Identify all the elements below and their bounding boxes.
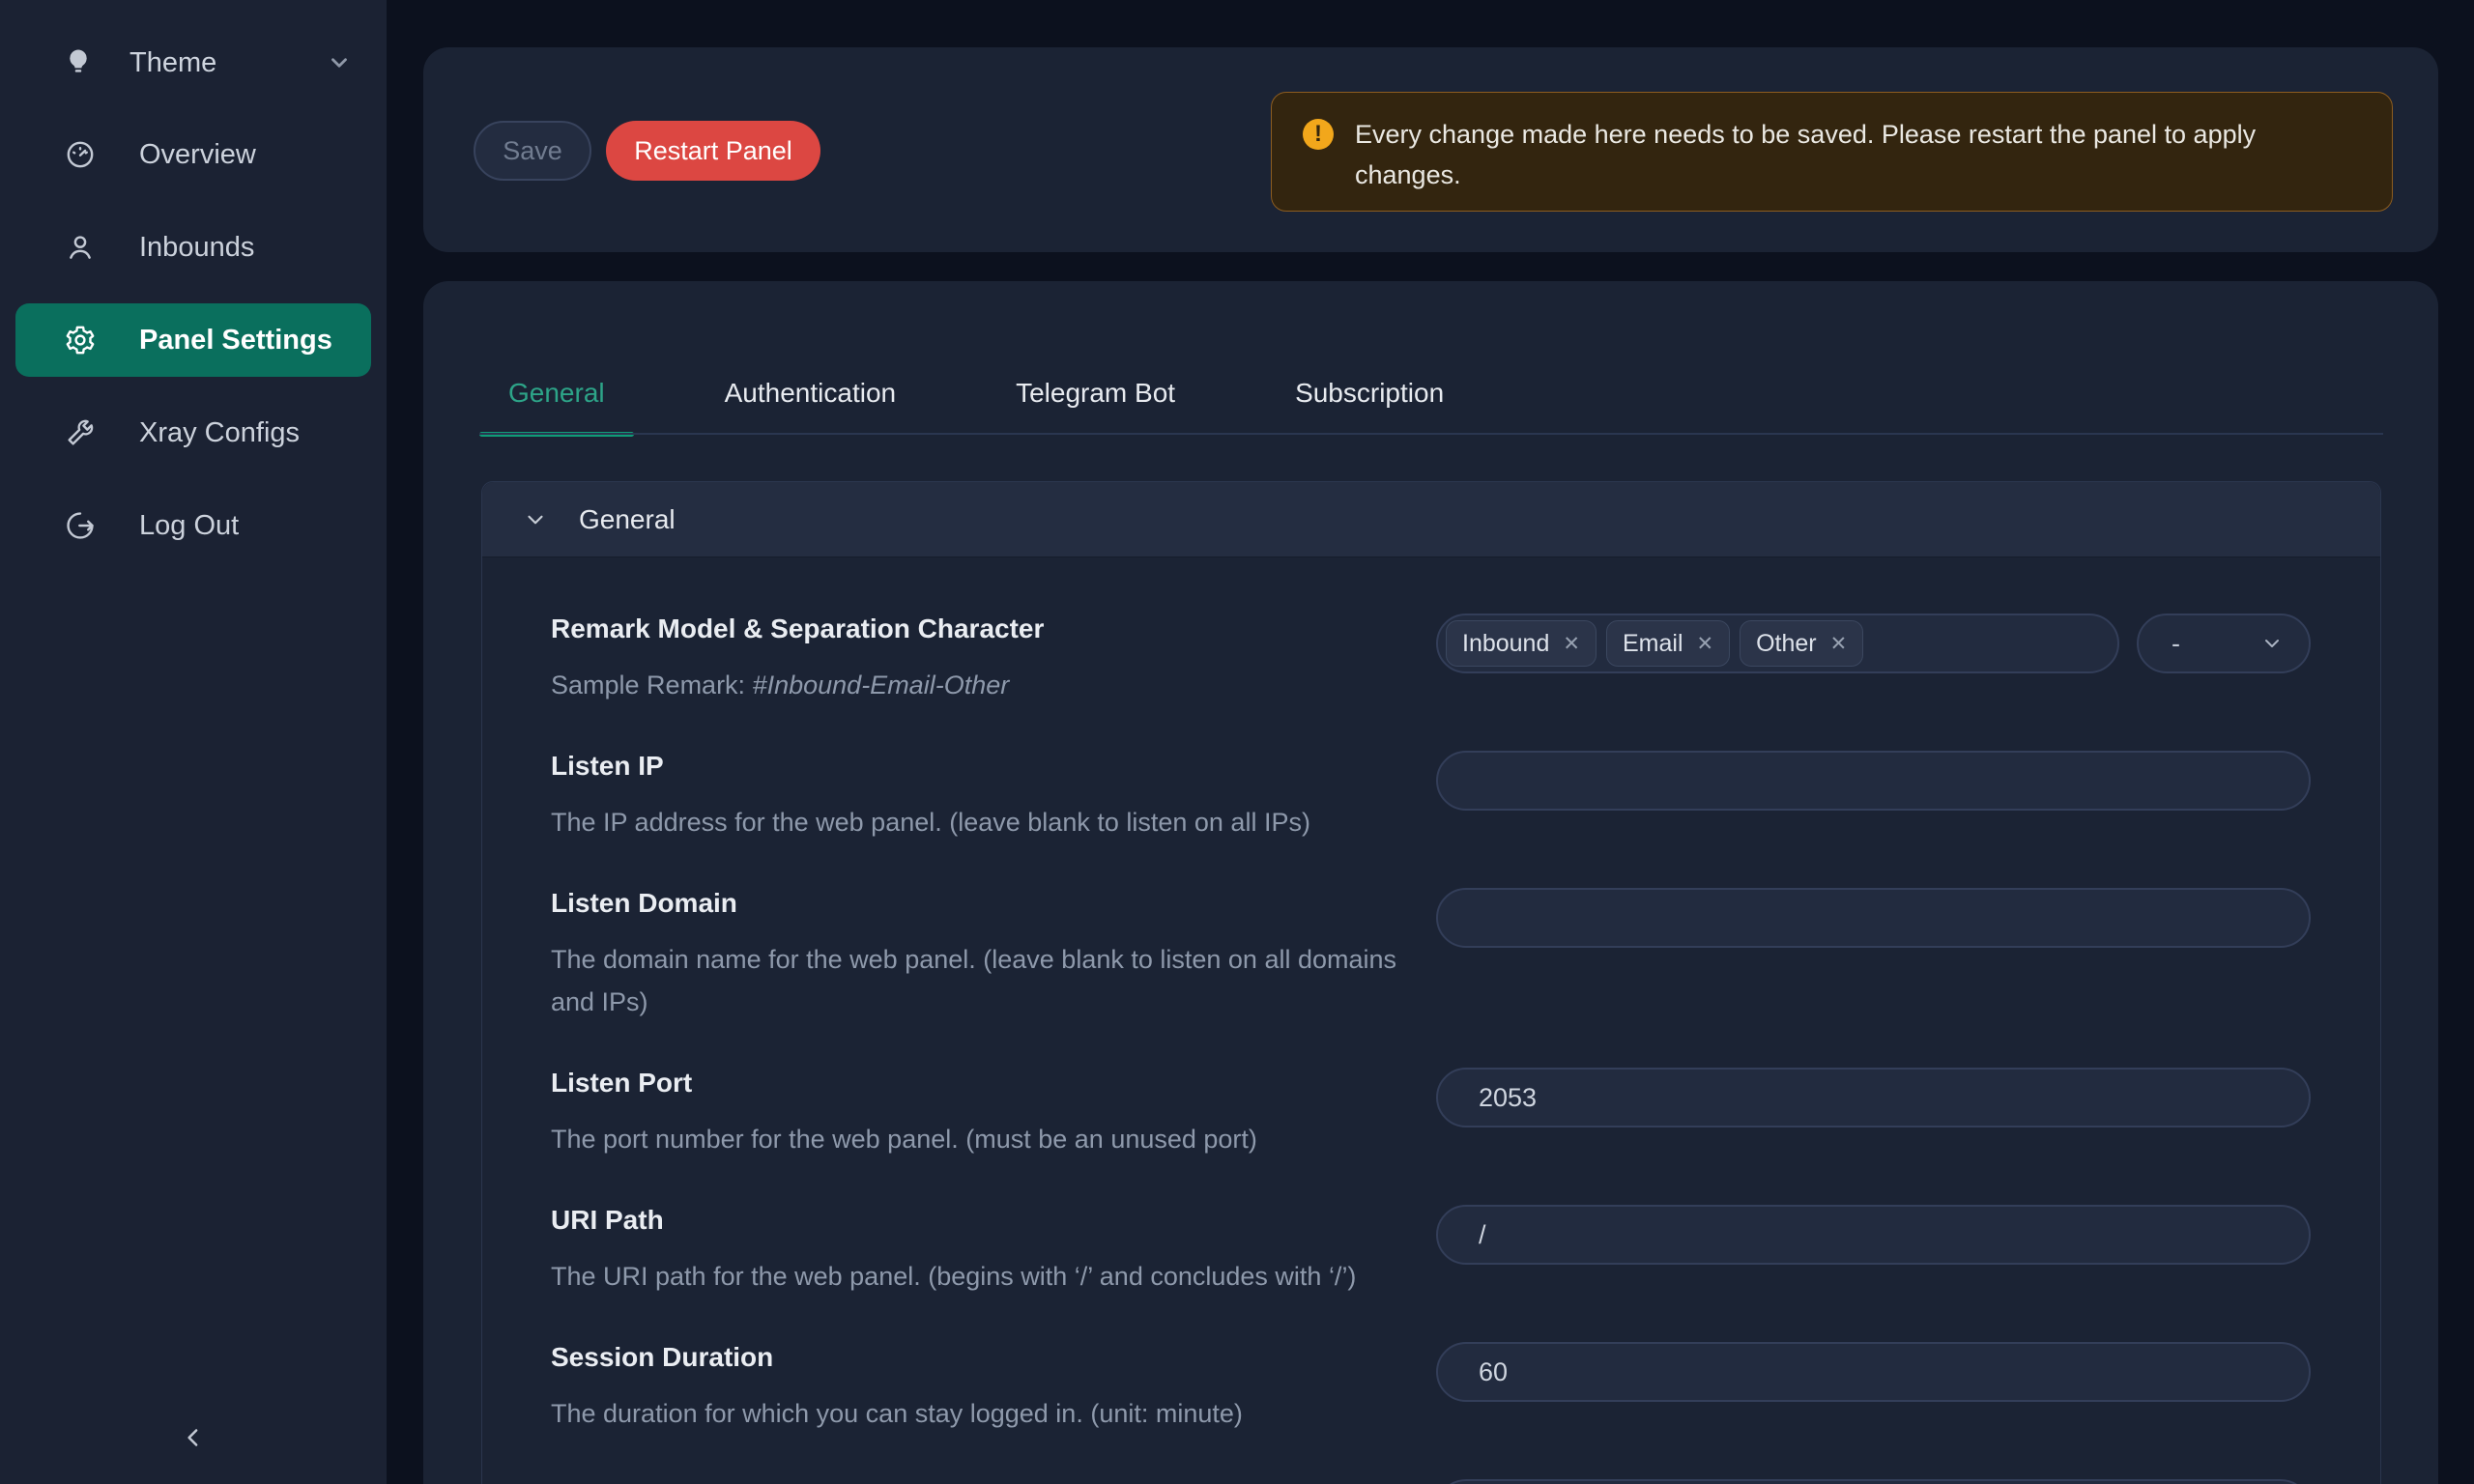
field-label: Listen Domain [551,888,1397,919]
session-duration-input[interactable] [1436,1342,2311,1402]
sidebar-item-label: Inbounds [139,232,254,264]
field-label: Pagination Size [551,1479,1397,1484]
tag-other[interactable]: Other ✕ [1740,620,1863,667]
field-label: Session Duration [551,1342,1397,1373]
remark-model-multiselect[interactable]: Inbound ✕ Email ✕ Other ✕ [1436,614,2119,673]
sidebar-item-label: Log Out [139,510,239,542]
general-collapse-header[interactable]: General [482,482,2380,557]
sidebar-item-label: Overview [139,139,256,171]
pagination-size-input[interactable] [1436,1479,2311,1484]
general-collapse-panel: General Remark Model & Separation Charac… [481,481,2381,1484]
field-description: The URI path for the web panel. (begins … [551,1255,1397,1298]
tab-subscription[interactable]: Subscription [1266,352,1473,435]
tag-label: Inbound [1462,630,1549,658]
sidebar-collapse-button[interactable] [172,1416,215,1459]
field-description: Sample Remark: #Inbound-Email-Other [551,664,1397,706]
sidebar-item-xray-configs[interactable]: Xray Configs [15,396,371,470]
user-icon [64,231,97,264]
restart-warning-alert: ! Every change made here needs to be sav… [1271,92,2393,212]
form-row-listen-ip: Listen IP The IP address for the web pan… [551,751,2311,843]
sidebar-item-overview[interactable]: Overview [15,118,371,191]
form-row-remark-model: Remark Model & Separation Character Samp… [551,614,2311,706]
form-row-session-duration: Session Duration The duration for which … [551,1342,2311,1435]
lightbulb-icon [62,46,95,79]
separator-value: - [2172,629,2180,659]
sidebar-menu: Overview Inbounds Panel Settings [0,118,387,582]
tab-authentication[interactable]: Authentication [696,352,925,435]
alert-text: Every change made here needs to be saved… [1355,114,2326,195]
wrench-icon [64,416,97,449]
section-title: General [579,504,676,535]
sidebar-item-log-out[interactable]: Log Out [15,489,371,562]
gear-icon [64,324,97,357]
field-label: Listen IP [551,751,1397,782]
chevron-left-icon [179,1423,208,1452]
save-button[interactable]: Save [474,121,591,181]
toolbar-card: Save Restart Panel ! Every change made h… [423,47,2438,252]
sample-remark-prefix: Sample Remark: [551,671,753,699]
sidebar-item-inbounds[interactable]: Inbounds [15,211,371,284]
close-icon[interactable]: ✕ [1830,634,1848,654]
chevron-down-icon [327,50,352,75]
tabs-divider [479,433,2383,435]
warning-icon: ! [1303,119,1334,150]
form-row-pagination-size: Pagination Size [551,1479,2311,1484]
settings-tabs: General Authentication Telegram Bot Subs… [479,352,1535,435]
sidebar-item-label: Panel Settings [139,325,332,357]
restart-panel-button[interactable]: Restart Panel [606,121,820,181]
close-icon[interactable]: ✕ [1697,634,1714,654]
panel-settings-page: Theme Overview Inbounds [0,0,2474,1484]
field-description: The IP address for the web panel. (leave… [551,801,1397,843]
listen-ip-input[interactable] [1436,751,2311,811]
form-row-uri-path: URI Path The URI path for the web panel.… [551,1205,2311,1298]
sidebar: Theme Overview Inbounds [0,0,387,1484]
tag-label: Other [1756,630,1817,658]
uri-path-input[interactable] [1436,1205,2311,1265]
listen-port-input[interactable] [1436,1068,2311,1127]
settings-card: General Authentication Telegram Bot Subs… [423,281,2438,1484]
field-description: The port number for the web panel. (must… [551,1118,1397,1160]
separator-select[interactable]: - [2137,614,2311,673]
tag-email[interactable]: Email ✕ [1606,620,1730,667]
field-description: The domain name for the web panel. (leav… [551,938,1397,1023]
field-label: Listen Port [551,1068,1397,1099]
theme-label: Theme [129,47,216,79]
tab-telegram-bot[interactable]: Telegram Bot [987,352,1204,435]
tag-inbound[interactable]: Inbound ✕ [1446,620,1597,667]
form-row-listen-domain: Listen Domain The domain name for the we… [551,888,2311,1023]
chevron-down-icon [2260,632,2284,655]
listen-domain-input[interactable] [1436,888,2311,948]
field-label: Remark Model & Separation Character [551,614,1397,644]
general-form: Remark Model & Separation Character Samp… [482,557,2380,1484]
sample-remark-value: #Inbound-Email-Other [753,671,1010,699]
sidebar-item-label: Xray Configs [139,417,300,449]
field-description: The duration for which you can stay logg… [551,1392,1397,1435]
theme-selector[interactable]: Theme [62,35,352,91]
tab-general[interactable]: General [479,352,634,435]
field-label: URI Path [551,1205,1397,1236]
logout-icon [64,509,97,542]
form-row-listen-port: Listen Port The port number for the web … [551,1068,2311,1160]
main-content: Save Restart Panel ! Every change made h… [387,0,2474,1484]
chevron-down-icon [523,507,548,532]
close-icon[interactable]: ✕ [1563,634,1580,654]
sidebar-item-panel-settings[interactable]: Panel Settings [15,303,371,377]
gauge-icon [64,138,97,171]
tag-label: Email [1623,630,1683,658]
